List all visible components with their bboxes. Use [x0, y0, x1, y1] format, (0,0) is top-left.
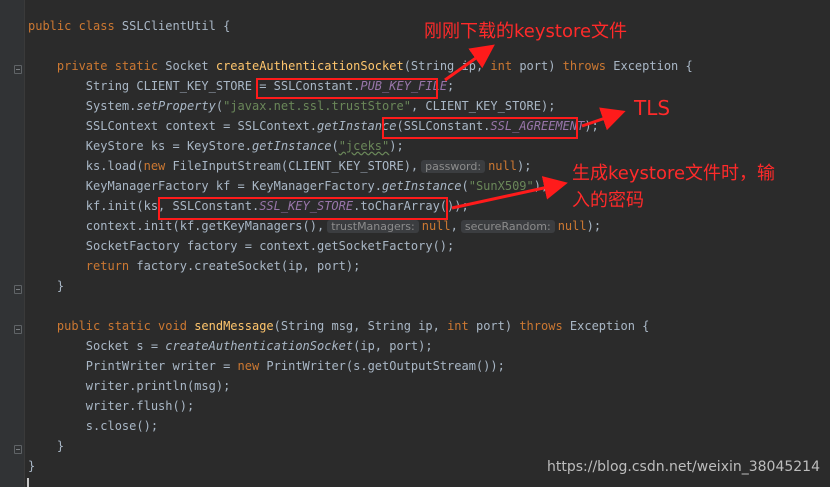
- arrow-password: [451, 176, 568, 210]
- text-caret: [27, 478, 29, 487]
- annotation-password-line2: 入的密码: [572, 190, 644, 211]
- annotation-arrows: [444, 44, 626, 210]
- annotation-keystore-file: 刚刚下载的keystore文件: [424, 21, 628, 42]
- watermark: https://blog.csdn.net/weixin_38045214: [546, 459, 820, 475]
- arrow-tls: [581, 107, 626, 131]
- annotation-tls: TLS: [634, 96, 671, 120]
- arrow-keystore: [444, 44, 495, 82]
- annotation-password-line1: 生成keystore文件时，输: [572, 163, 776, 184]
